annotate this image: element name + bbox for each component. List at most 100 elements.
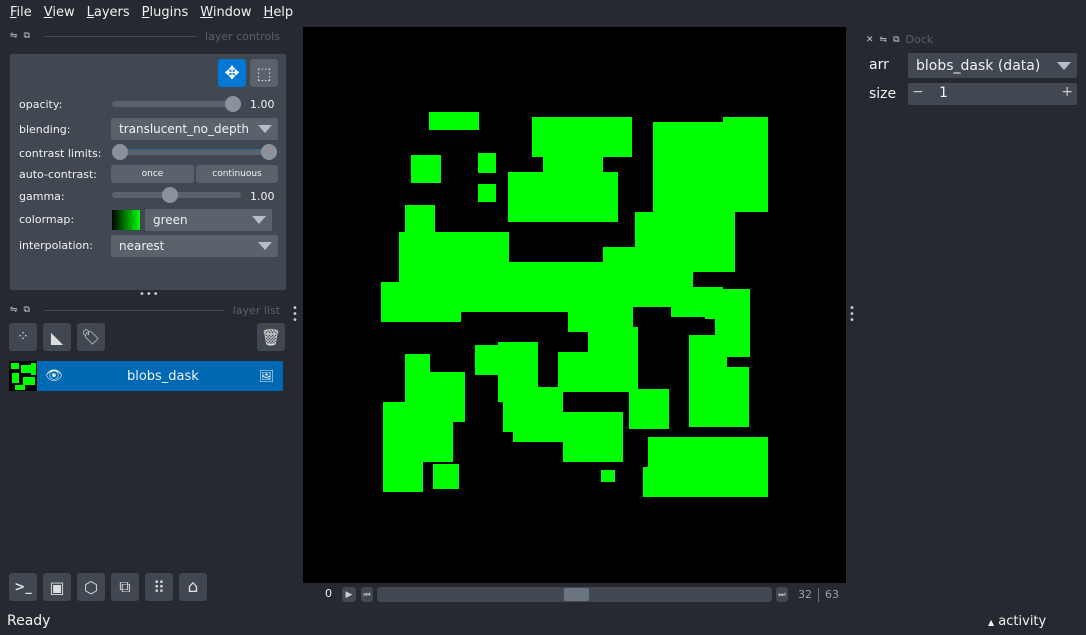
console-icon[interactable]: >_	[9, 573, 37, 601]
new-shapes-layer-icon[interactable]: ◣	[43, 323, 71, 351]
blending-dropdown[interactable]: translucent_no_depth	[111, 118, 278, 140]
dims-current-frame[interactable]: 32	[798, 588, 812, 601]
layer-controls-title: layer controls	[205, 29, 280, 43]
chevron-down-icon	[1057, 62, 1071, 70]
continuous-button[interactable]: continuous	[196, 165, 278, 183]
layer-item-blobs-dask[interactable]: 👁 blobs_dask 🖼	[9, 361, 283, 391]
blob-region	[429, 112, 479, 130]
arr-label: arr	[869, 57, 889, 73]
opacity-label: opacity:	[19, 98, 63, 111]
divider	[818, 588, 819, 602]
activity-label: activity	[998, 614, 1047, 629]
blob-region	[643, 467, 703, 497]
blobs-image	[381, 112, 768, 497]
arr-dropdown[interactable]: blobs_dask (data)	[908, 53, 1077, 78]
status-text: Ready	[7, 613, 51, 629]
contrast-min-knob[interactable]	[112, 144, 128, 160]
dims-slider[interactable]	[377, 587, 772, 602]
float-icon[interactable]: ⇋	[10, 31, 18, 41]
contrast-max-knob[interactable]	[261, 144, 277, 160]
transform-icon[interactable]: ⬚	[250, 59, 278, 87]
menu-plugins[interactable]: Plugins	[136, 5, 195, 20]
undock-icon[interactable]: ⧉	[24, 31, 30, 41]
new-labels-layer-icon[interactable]: 🏷	[77, 323, 105, 351]
blob-region	[543, 289, 561, 303]
menu-layers[interactable]: Layers	[81, 5, 136, 20]
colormap-label: colormap:	[19, 213, 75, 226]
menu-file[interactable]: File	[4, 5, 38, 20]
dims-start-label: 0	[325, 587, 332, 600]
undock-icon[interactable]: ⧉	[893, 35, 899, 45]
grid-icon[interactable]: ⠿	[145, 573, 173, 601]
contrast-slider[interactable]	[118, 149, 268, 155]
delete-layer-icon[interactable]: 🗑	[257, 323, 285, 351]
size-value[interactable]: 1	[939, 85, 948, 101]
ndisplay-2d-icon[interactable]: ▣	[43, 573, 71, 601]
interpolation-dropdown[interactable]: nearest	[111, 235, 278, 257]
home-icon[interactable]: ⌂	[179, 573, 207, 601]
menu-help[interactable]: Help	[258, 5, 300, 20]
blob-region	[383, 427, 423, 492]
gamma-label: gamma:	[19, 190, 65, 203]
layer-controls-header: ⇋ ⧉ layer controls	[10, 29, 280, 43]
size-spinbox[interactable]: − 1 +	[908, 83, 1077, 105]
dims-slider-handle[interactable]	[564, 588, 589, 601]
float-icon[interactable]: ⇋	[10, 305, 18, 315]
dims-max-frame: 63	[825, 588, 839, 601]
decrement-button[interactable]: −	[912, 84, 924, 100]
viewer-canvas[interactable]	[303, 27, 846, 583]
blob-region	[532, 117, 632, 157]
float-icon[interactable]: ⇋	[880, 35, 888, 45]
blob-region	[673, 289, 701, 313]
blob-region	[405, 205, 435, 235]
increment-button[interactable]: +	[1061, 84, 1073, 100]
opacity-value: 1.00	[250, 98, 275, 111]
right-dock-handle[interactable]: • • •	[849, 304, 857, 326]
gamma-knob[interactable]	[162, 187, 178, 203]
chevron-down-icon	[258, 125, 272, 133]
layer-name: blobs_dask	[126, 368, 199, 384]
play-icon[interactable]: ▶	[342, 587, 356, 602]
layer-list-title: layer list	[232, 303, 280, 317]
chevron-down-icon	[258, 242, 272, 250]
menu-window[interactable]: Window	[194, 5, 257, 20]
eye-icon[interactable]: 👁	[45, 368, 63, 384]
blending-label: blending:	[19, 123, 71, 136]
menu-view[interactable]: View	[38, 5, 81, 20]
chevron-up-icon: ▲	[988, 618, 995, 627]
close-icon[interactable]: ✕	[866, 35, 874, 45]
opacity-slider[interactable]	[112, 101, 240, 107]
roll-dims-icon[interactable]: ⬡	[77, 573, 105, 601]
auto-contrast-label: auto-contrast:	[19, 168, 98, 181]
menubar: File View Layers Plugins Window Help	[0, 0, 1086, 24]
splitter-handle[interactable]: •••	[139, 289, 160, 300]
blob-region	[601, 470, 615, 482]
chevron-down-icon	[252, 216, 266, 224]
blob-region	[563, 432, 623, 462]
once-button[interactable]: once	[111, 165, 194, 183]
pan-zoom-icon[interactable]: ✥	[218, 59, 246, 87]
step-forward-icon[interactable]: ⏭	[776, 587, 788, 602]
step-back-icon[interactable]: ⏮	[361, 587, 373, 602]
left-dock-handle[interactable]: • • •	[292, 304, 300, 326]
blob-region	[381, 282, 461, 322]
colormap-dropdown[interactable]: green	[145, 209, 272, 231]
opacity-knob[interactable]	[225, 96, 241, 112]
layer-controls-panel: ✥ ⬚ opacity: 1.00 blending: translucent_…	[10, 54, 286, 290]
gamma-value: 1.00	[250, 190, 275, 203]
interpolation-label: interpolation:	[19, 239, 93, 252]
undock-icon[interactable]: ⧉	[24, 305, 30, 315]
blob-region	[508, 172, 618, 222]
new-points-layer-icon[interactable]: ⁘	[9, 323, 37, 351]
blob-region	[478, 184, 496, 202]
dock-header: ✕ ⇋ ⧉ Dock	[866, 33, 956, 46]
size-label: size	[869, 86, 897, 102]
blending-value: translucent_no_depth	[119, 122, 249, 136]
layer-list-header: ⇋ ⧉ layer list	[10, 303, 280, 317]
blob-region	[689, 367, 749, 427]
arr-value: blobs_dask (data)	[916, 57, 1041, 74]
transpose-icon[interactable]: ⧉	[111, 573, 139, 601]
activity-button[interactable]: ▲ activity	[988, 614, 1046, 629]
blob-region	[475, 345, 500, 375]
blob-region	[723, 117, 768, 212]
